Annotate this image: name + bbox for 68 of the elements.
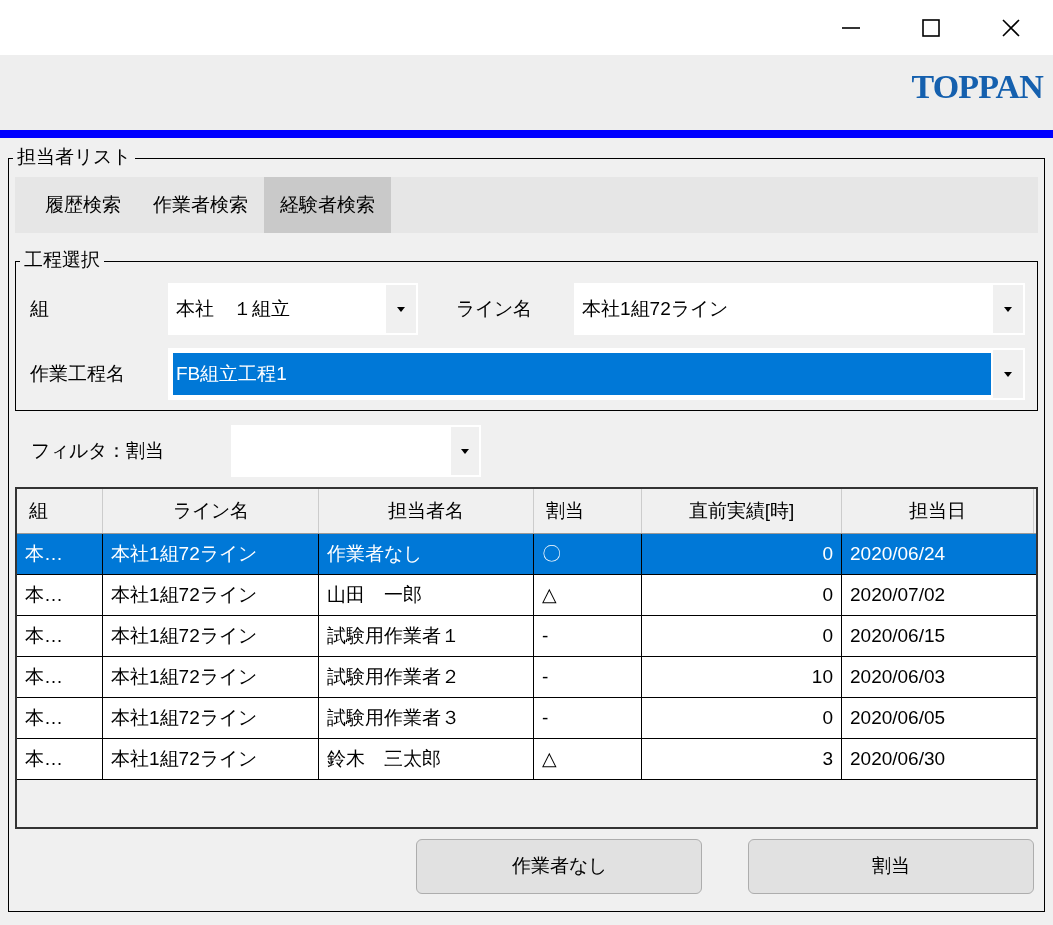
table-cell: 本… bbox=[17, 575, 103, 615]
table-cell-text: 2020/06/24 bbox=[849, 541, 947, 566]
table-row[interactable]: 本… 本社1組72ライン 試験用作業者２ - 10 2020/06/03 bbox=[17, 657, 1036, 698]
close-icon[interactable] bbox=[1001, 17, 1021, 38]
table-cell: 〇 bbox=[534, 534, 642, 574]
filter-label: フィルタ：割当 bbox=[31, 438, 165, 463]
action-button[interactable]: 割当 bbox=[748, 839, 1034, 894]
table-cell: △ bbox=[534, 575, 642, 615]
table-cell: 0 bbox=[642, 575, 842, 615]
table-cell: - bbox=[534, 698, 642, 738]
column-header[interactable]: 組 bbox=[17, 489, 103, 533]
dropdown[interactable]: 本社 １組立 bbox=[168, 283, 418, 335]
table-row[interactable]: 本… 本社1組72ライン 試験用作業者１ - 0 2020/06/15 bbox=[17, 616, 1036, 657]
action-button[interactable]: 作業者なし bbox=[416, 839, 702, 894]
table-cell: 本… bbox=[17, 739, 103, 779]
table-cell: 本… bbox=[17, 698, 103, 738]
table-cell-text: 2020/06/30 bbox=[849, 746, 947, 771]
column-header[interactable]: ライン名 bbox=[103, 489, 319, 533]
dropdown[interactable]: FB組立工程1 bbox=[168, 348, 1025, 400]
dropdown-value: 本社1組72ライン bbox=[581, 296, 729, 321]
table-cell: 本… bbox=[17, 534, 103, 574]
column-header[interactable]: 直前実績[時] bbox=[642, 489, 842, 533]
table-cell: 本… bbox=[17, 616, 103, 656]
table-cell: 本社1組72ライン bbox=[103, 575, 319, 615]
table-cell: 本社1組72ライン bbox=[103, 657, 319, 697]
table-cell-text: 2020/06/03 bbox=[849, 664, 947, 689]
caret-icon bbox=[397, 306, 405, 312]
table-cell: 本社1組72ライン bbox=[103, 739, 319, 779]
table-row[interactable]: 本… 本社1組72ライン 山田 一郎 △ 0 2020/07/02 bbox=[17, 575, 1036, 616]
table-cell: 試験用作業者１ bbox=[319, 616, 534, 656]
caret-icon bbox=[1004, 306, 1012, 312]
table-cell: 0 bbox=[642, 616, 842, 656]
table-cell: 本社1組72ライン bbox=[103, 698, 319, 738]
caret-icon bbox=[461, 448, 469, 454]
table-cell: 試験用作業者２ bbox=[319, 657, 534, 697]
field-label: 作業工程名 bbox=[30, 361, 126, 386]
dropdown-value: FB組立工程1 bbox=[173, 353, 991, 395]
table-cell: 本社1組72ライン bbox=[103, 534, 319, 574]
dropdown[interactable]: 本社1組72ライン bbox=[574, 283, 1025, 335]
caret-icon bbox=[1004, 371, 1012, 377]
table-cell-text: 2020/06/05 bbox=[849, 705, 947, 730]
column-header[interactable]: 担当者名 bbox=[319, 489, 534, 533]
table-cell: 作業者なし bbox=[319, 534, 534, 574]
table-cell-text: 2020/06/15 bbox=[849, 623, 947, 648]
table-cell: 山田 一郎 bbox=[319, 575, 534, 615]
table-cell: 3 bbox=[642, 739, 842, 779]
table-cell: 10 bbox=[642, 657, 842, 697]
logo: TOPPAN bbox=[911, 67, 1043, 107]
field-label: 組 bbox=[30, 296, 50, 321]
table-row[interactable]: 本… 本社1組72ライン 鈴木 三太郎 △ 3 2020/06/30 bbox=[17, 739, 1036, 780]
table-cell: 試験用作業者３ bbox=[319, 698, 534, 738]
table-cell: 本… bbox=[17, 657, 103, 697]
table-cell: 0 bbox=[642, 698, 842, 738]
table-row[interactable]: 本… 本社1組72ライン 作業者なし 〇 0 2020/06/24 bbox=[17, 534, 1036, 575]
table-row[interactable]: 本… 本社1組72ライン 試験用作業者３ - 0 2020/06/05 bbox=[17, 698, 1036, 739]
table-cell: 鈴木 三太郎 bbox=[319, 739, 534, 779]
column-header[interactable]: 割当 bbox=[534, 489, 642, 533]
maximize-icon[interactable] bbox=[921, 17, 941, 38]
dropdown-value: 本社 １組立 bbox=[175, 296, 291, 321]
field-label: ライン名 bbox=[456, 296, 533, 321]
table-cell: - bbox=[534, 616, 642, 656]
table-cell-text: 2020/07/02 bbox=[849, 582, 947, 607]
column-header[interactable]: 担当日 bbox=[842, 489, 1034, 533]
table-cell: 本社1組72ライン bbox=[103, 616, 319, 656]
tab[interactable]: 経験者検索 bbox=[264, 177, 391, 233]
table-cell: - bbox=[534, 657, 642, 697]
table-cell: △ bbox=[534, 739, 642, 779]
table-cell: 0 bbox=[642, 534, 842, 574]
